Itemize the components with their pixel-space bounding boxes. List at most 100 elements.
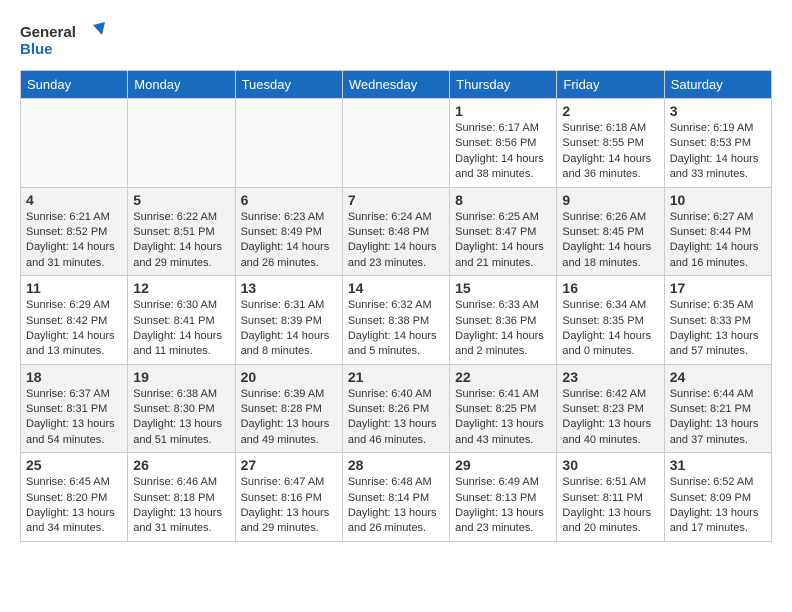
day-info: Sunrise: 6:52 AMSunset: 8:09 PMDaylight:… (670, 475, 766, 537)
day-number: 11 (26, 280, 122, 296)
day-info: Sunrise: 6:37 AMSunset: 8:31 PMDaylight:… (26, 387, 122, 449)
day-number: 2 (562, 103, 658, 119)
weekday-header-cell: Thursday (450, 71, 557, 99)
day-number: 14 (348, 280, 444, 296)
day-info: Sunrise: 6:32 AMSunset: 8:38 PMDaylight:… (348, 298, 444, 360)
calendar-day-cell: 29 Sunrise: 6:49 AMSunset: 8:13 PMDayligh… (450, 453, 557, 542)
calendar-day-cell: 4Sunrise: 6:21 AMSunset: 8:52 PMDaylight… (21, 187, 128, 276)
day-info: Sunrise: 6:51 AMSunset: 8:11 PMDaylight:… (562, 475, 658, 537)
day-info: Sunrise: 6:48 AMSunset: 8:14 PMDaylight:… (348, 475, 444, 537)
day-number: 9 (562, 192, 658, 208)
logo: General Blue (20, 20, 110, 60)
calendar-day-cell: 14 Sunrise: 6:32 AMSunset: 8:38 PMDayligh… (342, 276, 449, 365)
weekday-header-cell: Monday (128, 71, 235, 99)
day-info: Sunrise: 6:46 AMSunset: 8:18 PMDaylight:… (133, 475, 229, 537)
day-number: 31 (670, 457, 766, 473)
calendar-day-cell: 26 Sunrise: 6:46 AMSunset: 8:18 PMDayligh… (128, 453, 235, 542)
calendar-day-cell: 9Sunrise: 6:26 AMSunset: 8:45 PMDaylight… (557, 187, 664, 276)
calendar-day-cell: 10Sunrise: 6:27 AMSunset: 8:44 PMDayligh… (664, 187, 771, 276)
day-info: Sunrise: 6:17 AMSunset: 8:56 PMDaylight:… (455, 121, 551, 183)
calendar-day-cell: 31 Sunrise: 6:52 AMSunset: 8:09 PMDayligh… (664, 453, 771, 542)
day-number: 28 (348, 457, 444, 473)
day-info: Sunrise: 6:41 AMSunset: 8:25 PMDaylight:… (455, 387, 551, 449)
calendar-day-cell (342, 99, 449, 188)
calendar-day-cell: 22 Sunrise: 6:41 AMSunset: 8:25 PMDayligh… (450, 364, 557, 453)
day-info: Sunrise: 6:45 AMSunset: 8:20 PMDaylight:… (26, 475, 122, 537)
weekday-header-cell: Saturday (664, 71, 771, 99)
day-info: Sunrise: 6:25 AMSunset: 8:47 PMDaylight:… (455, 210, 551, 272)
day-number: 25 (26, 457, 122, 473)
day-number: 3 (670, 103, 766, 119)
calendar-day-cell: 20 Sunrise: 6:39 AMSunset: 8:28 PMDayligh… (235, 364, 342, 453)
day-info: Sunrise: 6:23 AMSunset: 8:49 PMDaylight:… (241, 210, 337, 272)
day-info: Sunrise: 6:34 AMSunset: 8:35 PMDaylight:… (562, 298, 658, 360)
day-info: Sunrise: 6:42 AMSunset: 8:23 PMDaylight:… (562, 387, 658, 449)
calendar-day-cell: 2 Sunrise: 6:18 AMSunset: 8:55 PMDaylight… (557, 99, 664, 188)
calendar-table: SundayMondayTuesdayWednesdayThursdayFrid… (20, 70, 772, 542)
calendar-day-cell: 21 Sunrise: 6:40 AMSunset: 8:26 PMDayligh… (342, 364, 449, 453)
calendar-day-cell: 7 Sunrise: 6:24 AMSunset: 8:48 PMDaylight… (342, 187, 449, 276)
calendar-day-cell (235, 99, 342, 188)
calendar-body: 1 Sunrise: 6:17 AMSunset: 8:56 PMDaylight… (21, 99, 772, 542)
calendar-day-cell: 3 Sunrise: 6:19 AMSunset: 8:53 PMDaylight… (664, 99, 771, 188)
day-info: Sunrise: 6:29 AMSunset: 8:42 PMDaylight:… (26, 298, 122, 360)
day-number: 18 (26, 369, 122, 385)
calendar-day-cell (21, 99, 128, 188)
svg-text:General: General (20, 24, 76, 41)
calendar-day-cell: 6 Sunrise: 6:23 AMSunset: 8:49 PMDaylight… (235, 187, 342, 276)
day-number: 20 (241, 369, 337, 385)
calendar-week-row: 11 Sunrise: 6:29 AMSunset: 8:42 PMDayligh… (21, 276, 772, 365)
day-number: 1 (455, 103, 551, 119)
day-info: Sunrise: 6:30 AMSunset: 8:41 PMDaylight:… (133, 298, 229, 360)
day-info: Sunrise: 6:39 AMSunset: 8:28 PMDaylight:… (241, 387, 337, 449)
day-number: 7 (348, 192, 444, 208)
day-info: Sunrise: 6:44 AMSunset: 8:21 PMDaylight:… (670, 387, 766, 449)
calendar-week-row: 25 Sunrise: 6:45 AMSunset: 8:20 PMDayligh… (21, 453, 772, 542)
day-info: Sunrise: 6:40 AMSunset: 8:26 PMDaylight:… (348, 387, 444, 449)
calendar-day-cell: 30 Sunrise: 6:51 AMSunset: 8:11 PMDayligh… (557, 453, 664, 542)
calendar-day-cell: 23Sunrise: 6:42 AMSunset: 8:23 PMDayligh… (557, 364, 664, 453)
calendar-day-cell: 16Sunrise: 6:34 AMSunset: 8:35 PMDayligh… (557, 276, 664, 365)
day-info: Sunrise: 6:19 AMSunset: 8:53 PMDaylight:… (670, 121, 766, 183)
day-info: Sunrise: 6:18 AMSunset: 8:55 PMDaylight:… (562, 121, 658, 183)
weekday-header-row: SundayMondayTuesdayWednesdayThursdayFrid… (21, 71, 772, 99)
day-number: 10 (670, 192, 766, 208)
weekday-header-cell: Friday (557, 71, 664, 99)
calendar-day-cell: 27Sunrise: 6:47 AMSunset: 8:16 PMDayligh… (235, 453, 342, 542)
calendar-week-row: 1 Sunrise: 6:17 AMSunset: 8:56 PMDaylight… (21, 99, 772, 188)
calendar-day-cell: 25 Sunrise: 6:45 AMSunset: 8:20 PMDayligh… (21, 453, 128, 542)
calendar-day-cell: 13Sunrise: 6:31 AMSunset: 8:39 PMDayligh… (235, 276, 342, 365)
day-info: Sunrise: 6:35 AMSunset: 8:33 PMDaylight:… (670, 298, 766, 360)
day-number: 8 (455, 192, 551, 208)
calendar-day-cell: 18 Sunrise: 6:37 AMSunset: 8:31 PMDayligh… (21, 364, 128, 453)
day-number: 29 (455, 457, 551, 473)
day-number: 21 (348, 369, 444, 385)
calendar-day-cell: 24 Sunrise: 6:44 AMSunset: 8:21 PMDayligh… (664, 364, 771, 453)
day-number: 12 (133, 280, 229, 296)
day-number: 26 (133, 457, 229, 473)
day-number: 27 (241, 457, 337, 473)
weekday-header-cell: Wednesday (342, 71, 449, 99)
day-number: 22 (455, 369, 551, 385)
calendar-day-cell: 5Sunrise: 6:22 AMSunset: 8:51 PMDaylight… (128, 187, 235, 276)
day-number: 19 (133, 369, 229, 385)
day-number: 15 (455, 280, 551, 296)
day-info: Sunrise: 6:49 AMSunset: 8:13 PMDaylight:… (455, 475, 551, 537)
day-info: Sunrise: 6:31 AMSunset: 8:39 PMDaylight:… (241, 298, 337, 360)
svg-text:Blue: Blue (20, 41, 53, 58)
calendar-day-cell: 19 Sunrise: 6:38 AMSunset: 8:30 PMDayligh… (128, 364, 235, 453)
day-number: 6 (241, 192, 337, 208)
calendar-day-cell: 17Sunrise: 6:35 AMSunset: 8:33 PMDayligh… (664, 276, 771, 365)
calendar-day-cell: 12 Sunrise: 6:30 AMSunset: 8:41 PMDayligh… (128, 276, 235, 365)
logo-svg: General Blue (20, 20, 110, 60)
weekday-header-cell: Sunday (21, 71, 128, 99)
calendar-day-cell (128, 99, 235, 188)
day-number: 30 (562, 457, 658, 473)
day-number: 24 (670, 369, 766, 385)
calendar-day-cell: 1 Sunrise: 6:17 AMSunset: 8:56 PMDaylight… (450, 99, 557, 188)
day-info: Sunrise: 6:24 AMSunset: 8:48 PMDaylight:… (348, 210, 444, 272)
calendar-week-row: 18 Sunrise: 6:37 AMSunset: 8:31 PMDayligh… (21, 364, 772, 453)
day-info: Sunrise: 6:38 AMSunset: 8:30 PMDaylight:… (133, 387, 229, 449)
calendar-day-cell: 8 Sunrise: 6:25 AMSunset: 8:47 PMDaylight… (450, 187, 557, 276)
calendar-day-cell: 28 Sunrise: 6:48 AMSunset: 8:14 PMDayligh… (342, 453, 449, 542)
